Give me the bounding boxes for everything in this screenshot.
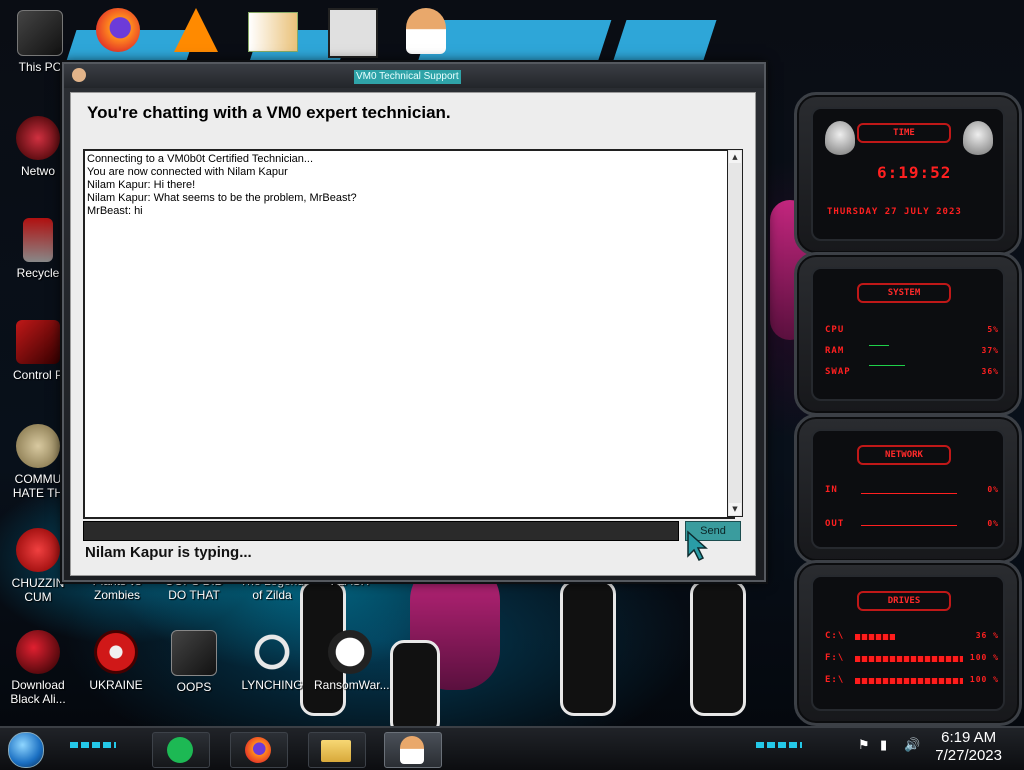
drive-c-label: C:\: [825, 631, 845, 641]
desktop-icon-label: OOPS: [176, 680, 212, 694]
money-bag-icon: [16, 424, 60, 468]
time-header: TIME: [857, 123, 951, 143]
window-titlebar[interactable]: VM0 Technical Support: [64, 64, 764, 88]
technician-shortcut-icon[interactable]: [406, 8, 446, 54]
radiation-icon: [94, 630, 138, 674]
alien-head-icon: [963, 121, 993, 155]
net-in-label: IN: [825, 485, 838, 495]
drives-header: DRIVES: [857, 591, 951, 611]
typing-status: Nilam Kapur is typing...: [85, 544, 252, 561]
system-header: SYSTEM: [857, 283, 951, 303]
volume-icon[interactable]: 🔊: [904, 738, 920, 753]
taskbar-technician-button[interactable]: [384, 732, 442, 768]
drive-e-value: 100 %: [969, 675, 999, 684]
recycle-bin-icon: [23, 218, 53, 262]
spotify-icon: [167, 737, 193, 763]
swap-value: 36%: [981, 367, 999, 376]
taskbar-explorer-button[interactable]: [308, 732, 366, 768]
time-display: 6:19:52: [877, 163, 952, 182]
network-gadget[interactable]: NETWORK IN 0% OUT 0%: [794, 414, 1022, 564]
terminal-icon: [171, 630, 217, 676]
chat-line: Nilam Kapur: Hi there!: [87, 179, 196, 191]
alien-ball-icon: [16, 630, 60, 674]
drive-f-bar: [855, 656, 963, 662]
flag-icon[interactable]: ⚑: [858, 738, 870, 753]
chat-line: You are now connected with Nilam Kapur: [87, 166, 288, 178]
desktop-icon-label: LYNCHING: [241, 678, 303, 692]
drive-e-bar: [855, 678, 963, 684]
skull-icon: [328, 630, 372, 674]
folder-icon: [321, 740, 351, 762]
drive-c-bar: [855, 634, 895, 640]
network-icon: [16, 116, 60, 160]
cpu-value: 5%: [987, 325, 999, 334]
cpu-label: CPU: [825, 325, 845, 335]
scroll-down-arrow-icon[interactable]: ▼: [729, 503, 741, 515]
desktop-icon-label: UKRAINE: [89, 678, 143, 692]
desktop-icon-oops[interactable]: OOPS: [158, 630, 230, 694]
net-out-label: OUT: [825, 519, 845, 529]
desktop-icon-lynching[interactable]: LYNCHING: [236, 630, 308, 692]
maze-shortcut-icon[interactable]: [328, 8, 378, 58]
chat-log-scrollbar[interactable]: ▲ ▼: [727, 149, 743, 517]
drive-f-label: F:\: [825, 653, 845, 663]
net-out-value: 0%: [987, 519, 999, 528]
desktop-icon-label: RansomWar...: [314, 678, 390, 692]
taskbar: ⚑ ▮ 🔊 6:19 AM 7/27/2023: [0, 726, 1024, 770]
mouse-cursor-icon: [687, 530, 708, 562]
message-input[interactable]: [83, 521, 679, 541]
chuzzle-icon: [16, 528, 60, 572]
chat-client-area: You're chatting with a VM0 expert techni…: [70, 92, 756, 576]
network-header: NETWORK: [857, 445, 951, 465]
scroll-up-arrow-icon[interactable]: ▲: [729, 151, 741, 163]
drives-gadget[interactable]: DRIVES C:\ 36 % F:\ 100 % E:\ 100 %: [794, 560, 1022, 726]
firefox-shortcut-icon[interactable]: [96, 8, 140, 52]
swap-graph: [869, 365, 905, 366]
swap-label: SWAP: [825, 367, 851, 377]
desktop-icon-label: Download Black Ali...: [10, 678, 66, 706]
chat-line: Nilam Kapur: What seems to be the proble…: [87, 192, 357, 204]
chat-line: MrBeast: hi: [87, 205, 143, 217]
drive-e-label: E:\: [825, 675, 845, 685]
net-out-graph: [861, 525, 957, 526]
chat-heading: You're chatting with a VM0 expert techni…: [87, 103, 451, 122]
taskbar-spotify-button[interactable]: [152, 732, 210, 768]
net-in-graph: [861, 493, 957, 494]
alien-head-icon: [825, 121, 855, 155]
technician-app-icon: [72, 68, 86, 82]
network-status-icon[interactable]: ▮: [880, 738, 887, 753]
taskbar-decoration: [70, 742, 116, 748]
chat-line: Connecting to a VM0b0t Certified Technic…: [87, 153, 314, 165]
time-gadget[interactable]: TIME 6:19:52 THURSDAY 27 JULY 2023: [794, 92, 1022, 256]
ram-graph: [869, 345, 889, 346]
desktop-icon-ransomware[interactable]: RansomWar...: [314, 630, 390, 692]
clock-time: 6:19 AM: [941, 729, 997, 746]
taskbar-clock[interactable]: 6:19 AM 7/27/2023: [935, 729, 1002, 765]
drive-f-value: 100 %: [969, 653, 999, 662]
start-button[interactable]: [8, 732, 44, 768]
control-panel-icon: [16, 320, 60, 364]
window-title: VM0 Technical Support: [354, 70, 461, 84]
computer-icon: [17, 10, 63, 56]
net-in-value: 0%: [987, 485, 999, 494]
vlc-shortcut-icon[interactable]: [174, 8, 218, 52]
clock-date: 7/27/2023: [935, 747, 1002, 764]
technician-icon: [400, 736, 424, 764]
hxd-shortcut-icon[interactable]: [248, 12, 298, 52]
desktop-icon-ukraine[interactable]: UKRAINE: [80, 630, 152, 692]
taskbar-firefox-button[interactable]: [230, 732, 288, 768]
noose-icon: [250, 630, 294, 674]
drive-c-value: 36 %: [975, 631, 999, 640]
system-gadget[interactable]: SYSTEM CPU 5% RAM 37% SWAP 36%: [794, 252, 1022, 416]
firefox-icon: [245, 737, 271, 763]
ram-label: RAM: [825, 346, 845, 356]
date-display: THURSDAY 27 JULY 2023: [827, 207, 962, 217]
ram-value: 37%: [981, 346, 999, 355]
desktop-icon-download-black-alien[interactable]: Download Black Ali...: [2, 630, 74, 706]
taskbar-decoration: [756, 742, 802, 748]
chat-log[interactable]: Connecting to a VM0b0t Certified Technic…: [83, 149, 735, 519]
chat-window: VM0 Technical Support You're chatting wi…: [62, 62, 766, 582]
